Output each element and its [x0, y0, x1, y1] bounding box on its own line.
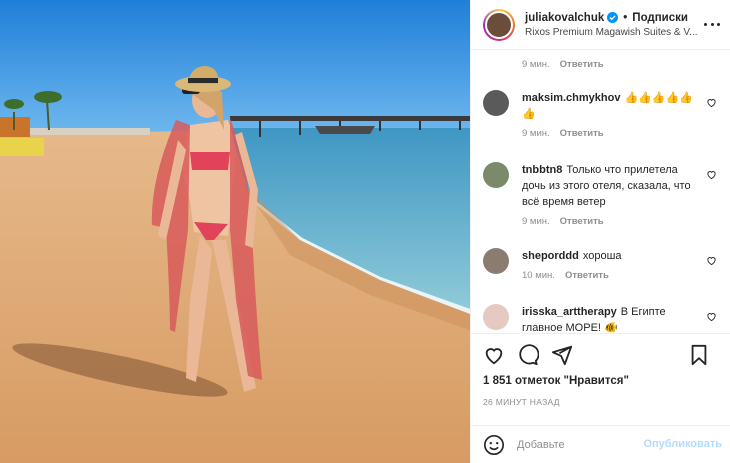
- comments-list: 9 мин. Ответить maksim.chmykhov 👍👍👍👍👍👍 9 …: [471, 50, 730, 333]
- avatar[interactable]: [483, 248, 509, 274]
- heart-icon[interactable]: [706, 97, 717, 108]
- more-horizontal-icon[interactable]: [704, 16, 720, 32]
- comment-input[interactable]: [517, 438, 657, 451]
- author-username[interactable]: juliakovalchuk: [525, 12, 604, 24]
- author-avatar[interactable]: [483, 8, 515, 41]
- comment-username[interactable]: sheporddd: [522, 250, 579, 262]
- post-photo[interactable]: [0, 0, 470, 463]
- avatar[interactable]: [483, 304, 509, 330]
- comment-meta: 9 мин. Ответить: [522, 59, 604, 70]
- comment-username[interactable]: maksim.chmykhov: [522, 92, 620, 104]
- likes-count[interactable]: 1 851 отметок "Нравится": [471, 375, 730, 393]
- comment-time: 9 мин.: [522, 128, 550, 139]
- reply-button[interactable]: Ответить: [565, 270, 609, 281]
- heart-icon[interactable]: [706, 169, 717, 180]
- list-item: tnbbtn8 Только что прилетела дочь из этог…: [483, 162, 721, 227]
- reply-button[interactable]: Ответить: [560, 216, 604, 227]
- post-timestamp[interactable]: 26 МИНУТ НАЗАД: [471, 397, 730, 425]
- comment-time: 9 мин.: [522, 59, 550, 70]
- post-sidebar: juliakovalchuk • Подписки Rixos Premium …: [470, 0, 730, 463]
- comment-meta: 9 мин. Ответить: [522, 216, 702, 227]
- bookmark-icon[interactable]: [688, 344, 710, 366]
- comment-time: 9 мин.: [522, 216, 550, 227]
- following-button[interactable]: Подписки: [632, 12, 688, 24]
- post-viewer: juliakovalchuk • Подписки Rixos Premium …: [0, 0, 730, 463]
- reply-button[interactable]: Ответить: [560, 128, 604, 139]
- list-item: maksim.chmykhov 👍👍👍👍👍👍 9 мин. Ответить: [483, 90, 721, 139]
- reply-button[interactable]: Ответить: [560, 59, 604, 70]
- verified-badge-icon: [607, 12, 619, 23]
- heart-icon[interactable]: [483, 344, 505, 366]
- post-actions: [471, 333, 730, 375]
- comment-meta: 10 мин. Ответить: [522, 270, 702, 281]
- emoji-icon[interactable]: [483, 434, 505, 456]
- comment-username[interactable]: tnbbtn8: [522, 164, 562, 176]
- post-location[interactable]: Rixos Premium Magawish Suites & V...: [525, 27, 700, 38]
- comment-username[interactable]: irisska_arttherapy: [522, 306, 617, 318]
- list-item: irisska_arttherapy В Египте главное МОРЕ!…: [483, 304, 721, 333]
- post-header: juliakovalchuk • Подписки Rixos Premium …: [471, 0, 730, 50]
- heart-icon[interactable]: [706, 255, 717, 266]
- comment-icon[interactable]: [517, 343, 539, 366]
- comment-composer: Опубликовать: [471, 425, 730, 463]
- avatar[interactable]: [483, 162, 509, 188]
- comment-time: 10 мин.: [522, 270, 555, 281]
- publish-button[interactable]: Опубликовать: [643, 438, 722, 450]
- separator-dot: •: [623, 11, 628, 24]
- share-icon[interactable]: [551, 344, 573, 366]
- comment-text: хороша: [582, 250, 622, 262]
- heart-icon[interactable]: [706, 311, 717, 322]
- comment-meta: 9 мин. Ответить: [522, 128, 702, 139]
- avatar[interactable]: [483, 90, 509, 116]
- author-info: juliakovalchuk • Подписки Rixos Premium …: [525, 12, 718, 38]
- beach-photo: [0, 0, 470, 463]
- list-item: sheporddd хороша 10 мин. Ответить: [483, 248, 721, 281]
